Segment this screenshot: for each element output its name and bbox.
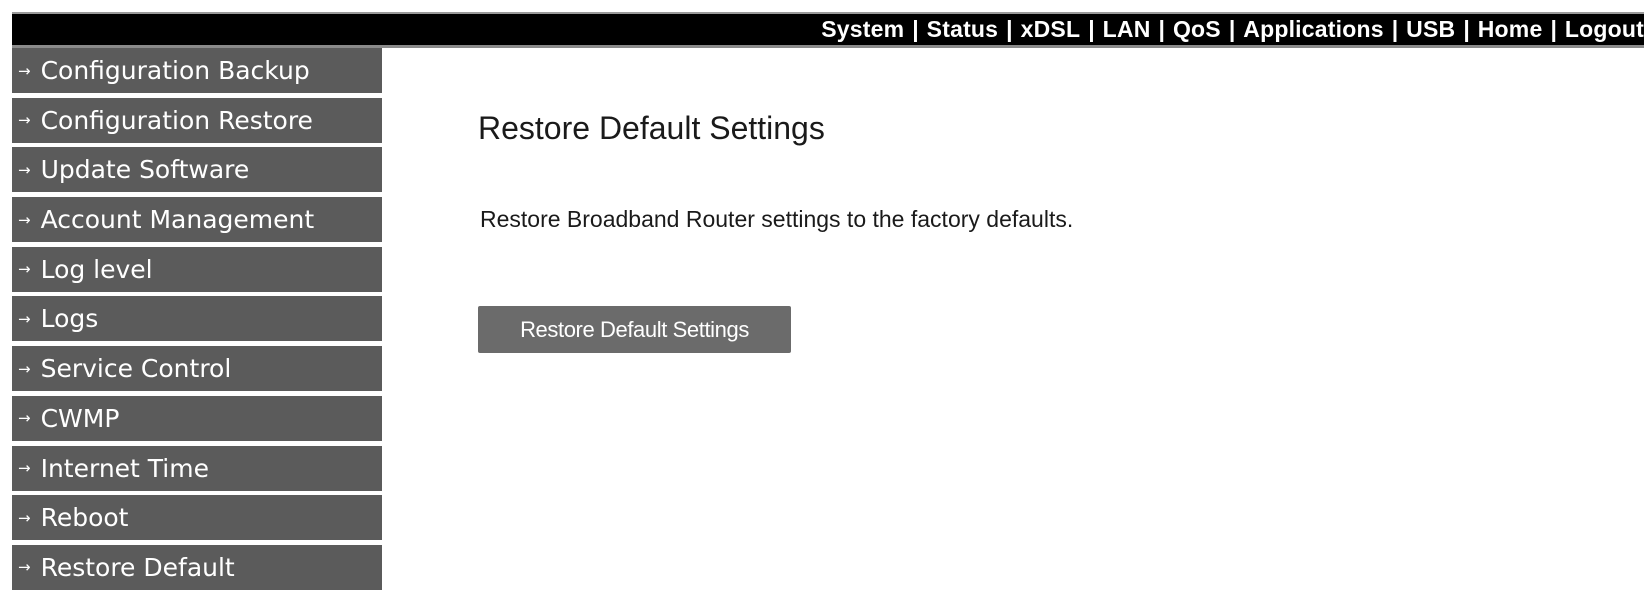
nav-link-applications[interactable]: Applications (1243, 16, 1383, 43)
nav-separator: | (1088, 16, 1095, 42)
nav-link-home[interactable]: Home (1478, 16, 1543, 43)
arrow-right-icon: → (18, 359, 31, 378)
sidebar-item-reboot[interactable]: → Reboot (12, 495, 382, 541)
sidebar-item-update-software[interactable]: → Update Software (12, 147, 382, 193)
page: System | Status | xDSL | LAN | QoS | App… (0, 0, 1644, 614)
sidebar-item-label: Reboot (40, 503, 129, 533)
nav-separator: | (1391, 16, 1399, 42)
sidebar-item-label: Restore Default (40, 552, 235, 582)
sidebar-item-label: Logs (40, 304, 99, 334)
nav-separator: | (1463, 16, 1470, 42)
sidebar-item-label: Configuration Backup (40, 56, 310, 85)
arrow-right-icon: → (18, 309, 31, 328)
top-navigation-bar: System | Status | xDSL | LAN | QoS | App… (12, 12, 1644, 45)
page-description: Restore Broadband Router settings to the… (480, 206, 1074, 232)
sidebar-item-label: CWMP (40, 403, 120, 433)
sidebar-item-label: Account Management (40, 205, 315, 235)
nav-separator: | (1158, 16, 1165, 42)
page-title: Restore Default Settings (478, 110, 825, 146)
arrow-right-icon: → (18, 111, 31, 130)
nav-link-xdsl[interactable]: xDSL (1021, 16, 1081, 43)
sidebar-item-account-management[interactable]: → Account Management (12, 197, 382, 243)
sidebar-menu: → Configuration Backup → Configuration R… (12, 48, 382, 595)
nav-link-system[interactable]: System (821, 16, 904, 43)
nav-separator: | (1006, 16, 1013, 42)
sidebar-item-configuration-backup[interactable]: → Configuration Backup (12, 48, 382, 93)
sidebar-item-log-level[interactable]: → Log level (12, 246, 382, 292)
nav-separator: | (1228, 16, 1236, 42)
sidebar-item-label: Update Software (40, 155, 250, 185)
nav-link-status[interactable]: Status (927, 16, 999, 43)
arrow-right-icon: → (18, 160, 31, 179)
restore-default-settings-button[interactable]: Restore Default Settings (478, 306, 791, 353)
arrow-right-icon: → (18, 61, 31, 80)
sidebar-item-label: Log level (40, 254, 153, 284)
sidebar-item-label: Configuration Restore (40, 105, 313, 135)
arrow-right-icon: → (18, 260, 31, 279)
sidebar-item-configuration-restore[interactable]: → Configuration Restore (12, 97, 382, 143)
arrow-right-icon: → (18, 459, 31, 477)
sidebar-item-label: Internet Time (40, 453, 209, 483)
nav-separator: | (912, 16, 919, 42)
sidebar-item-label: Service Control (40, 354, 232, 384)
nav-link-usb[interactable]: USB (1406, 16, 1455, 43)
main-content: Restore Default Settings (478, 110, 825, 147)
arrow-right-icon: → (18, 508, 31, 527)
nav-link-lan[interactable]: LAN (1103, 16, 1151, 43)
arrow-right-icon: → (18, 409, 31, 428)
arrow-right-icon: → (18, 558, 31, 577)
nav-link-qos[interactable]: QoS (1173, 16, 1221, 43)
sidebar-item-cwmp[interactable]: → CWMP (12, 395, 382, 441)
sidebar-item-internet-time[interactable]: → Internet Time (12, 445, 382, 491)
arrow-right-icon: → (18, 210, 31, 229)
sidebar-item-restore-default[interactable]: → Restore Default (12, 544, 382, 590)
nav-separator: | (1550, 16, 1557, 42)
sidebar-item-logs[interactable]: → Logs (12, 296, 382, 342)
sidebar-item-service-control[interactable]: → Service Control (12, 346, 382, 392)
nav-link-logout[interactable]: Logout (1565, 16, 1644, 43)
